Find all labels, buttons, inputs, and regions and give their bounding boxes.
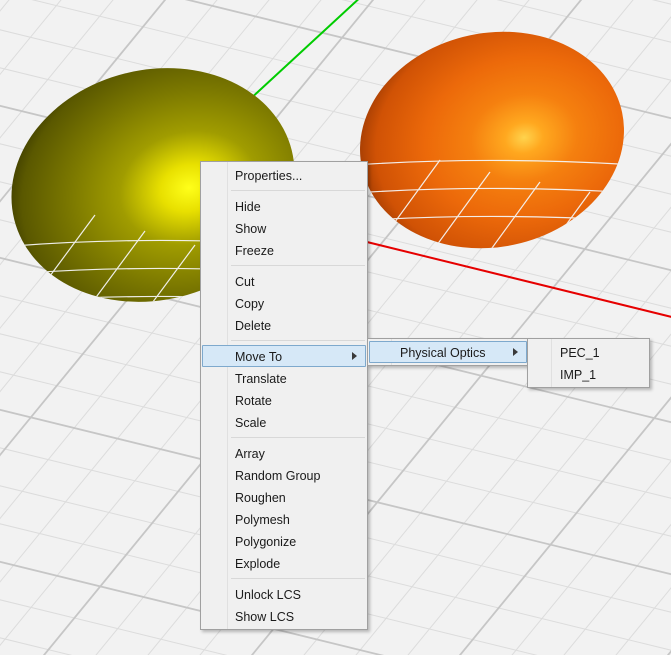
menu-item-label: Show	[235, 222, 266, 236]
menu-item-label: Polymesh	[235, 513, 290, 527]
move-to-submenu[interactable]: Physical Optics	[367, 338, 529, 366]
menu-item-show-lcs[interactable]: Show LCS	[202, 605, 366, 627]
menu-item-show[interactable]: Show	[202, 217, 366, 239]
menu-item-move-to[interactable]: Move To	[202, 345, 366, 367]
menu-item-roughen[interactable]: Roughen	[202, 486, 366, 508]
menu-item-label: Roughen	[235, 491, 286, 505]
menu-item-properties[interactable]: Properties...	[202, 164, 366, 186]
menu-item-physical-optics[interactable]: Physical Optics	[369, 341, 527, 363]
menu-item-imp-1[interactable]: IMP_1	[529, 363, 648, 385]
menu-item-delete[interactable]: Delete	[202, 314, 366, 336]
menu-item-polygonize[interactable]: Polygonize	[202, 530, 366, 552]
physical-optics-submenu[interactable]: PEC_1 IMP_1	[527, 338, 650, 388]
menu-item-explode[interactable]: Explode	[202, 552, 366, 574]
menu-item-hide[interactable]: Hide	[202, 195, 366, 217]
menu-item-label: Properties...	[235, 169, 302, 183]
menu-item-array[interactable]: Array	[202, 442, 366, 464]
menu-item-label: Copy	[235, 297, 264, 311]
chevron-right-icon	[352, 352, 357, 360]
menu-item-unlock-lcs[interactable]: Unlock LCS	[202, 583, 366, 605]
menu-item-pec-1[interactable]: PEC_1	[529, 341, 648, 363]
3d-viewport[interactable]: Properties... Hide Show Freeze Cut Copy Delete…	[0, 0, 671, 655]
menu-item-label: Move To	[235, 350, 282, 364]
menu-item-label: Rotate	[235, 394, 272, 408]
menu-separator	[231, 265, 365, 266]
menu-item-scale[interactable]: Scale	[202, 411, 366, 433]
menu-separator	[231, 578, 365, 579]
menu-item-label: Unlock LCS	[235, 588, 301, 602]
menu-item-random-group[interactable]: Random Group	[202, 464, 366, 486]
ellipsoid-orange[interactable]	[340, 8, 671, 312]
menu-item-label: Cut	[235, 275, 254, 289]
menu-item-label: Delete	[235, 319, 271, 333]
menu-item-label: Hide	[235, 200, 261, 214]
menu-item-polymesh[interactable]: Polymesh	[202, 508, 366, 530]
menu-item-translate[interactable]: Translate	[202, 367, 366, 389]
menu-item-label: Physical Optics	[400, 346, 485, 360]
menu-item-rotate[interactable]: Rotate	[202, 389, 366, 411]
menu-item-label: Polygonize	[235, 535, 296, 549]
menu-item-copy[interactable]: Copy	[202, 292, 366, 314]
menu-item-label: IMP_1	[560, 368, 596, 382]
menu-item-label: Translate	[235, 372, 287, 386]
menu-separator	[231, 437, 365, 438]
menu-item-label: Explode	[235, 557, 280, 571]
menu-item-freeze[interactable]: Freeze	[202, 239, 366, 261]
menu-item-cut[interactable]: Cut	[202, 270, 366, 292]
chevron-right-icon	[513, 348, 518, 356]
object-context-menu[interactable]: Properties... Hide Show Freeze Cut Copy Delete…	[200, 161, 368, 630]
menu-item-label: Random Group	[235, 469, 320, 483]
menu-item-label: Array	[235, 447, 265, 461]
menu-separator	[231, 190, 365, 191]
menu-item-label: PEC_1	[560, 346, 600, 360]
menu-item-label: Scale	[235, 416, 266, 430]
axis-line-x	[367, 242, 671, 319]
menu-item-label: Freeze	[235, 244, 274, 258]
menu-item-label: Show LCS	[235, 610, 294, 624]
menu-separator	[231, 340, 365, 341]
